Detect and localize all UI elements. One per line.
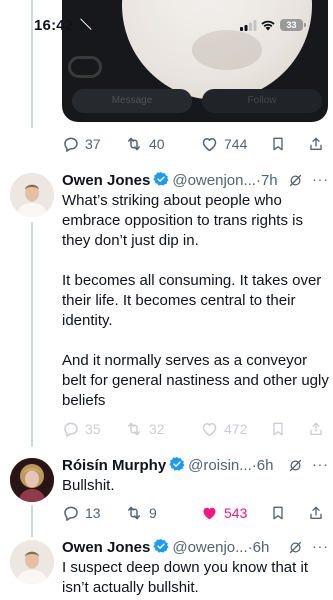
- share-icon: [310, 506, 322, 519]
- more-icon[interactable]: ···: [312, 456, 329, 472]
- heart-icon: [202, 423, 217, 437]
- reply-count: 35: [85, 421, 101, 437]
- tweet-actions: 37 40 744: [62, 133, 324, 155]
- heart-filled-icon: [203, 507, 216, 520]
- avatar[interactable]: [10, 173, 54, 217]
- reply-button[interactable]: 35: [62, 418, 101, 440]
- share-icon: [310, 422, 322, 435]
- tweet-text: Bullshit.: [62, 476, 330, 496]
- reply-button[interactable]: 37: [62, 133, 101, 155]
- reply-count: 13: [85, 505, 101, 521]
- battery-tip: [304, 23, 306, 27]
- verified-badge-icon: [153, 539, 169, 553]
- more-icon[interactable]: ···: [312, 171, 329, 187]
- card-logo: [68, 56, 102, 78]
- like-count: 543: [224, 505, 248, 521]
- like-count: 472: [224, 421, 248, 437]
- wifi-icon: [261, 20, 275, 31]
- retweet-button[interactable]: 9: [124, 502, 157, 524]
- like-button[interactable]: 543: [200, 502, 247, 524]
- bell-slash-icon: [78, 18, 92, 32]
- tweet-time[interactable]: 6h: [253, 539, 270, 556]
- verified-badge-icon: [169, 457, 185, 471]
- bookmark-button[interactable]: [270, 133, 286, 155]
- like-button[interactable]: 472: [200, 418, 247, 440]
- retweet-icon: [128, 506, 140, 520]
- tweet-header: Róisín Murphy @roisin...·6h ···: [62, 456, 330, 476]
- avatar-image: [10, 540, 54, 584]
- tweet-paragraph: And it normally serves as a conveyor bel…: [62, 352, 329, 409]
- retweet-count: 40: [149, 136, 165, 152]
- verified-badge-icon: [153, 172, 169, 186]
- share-icon: [310, 137, 322, 150]
- avatar-image: [10, 173, 54, 217]
- bookmark-button[interactable]: [270, 418, 286, 440]
- tweet-time[interactable]: 6h: [257, 457, 274, 474]
- handle[interactable]: @roisin...: [188, 457, 252, 474]
- reply-icon: [64, 422, 78, 437]
- card-message-button[interactable]: Message: [72, 89, 192, 113]
- retweet-button[interactable]: 40: [124, 133, 165, 155]
- display-name[interactable]: Owen Jones: [62, 539, 150, 556]
- share-button[interactable]: [308, 133, 324, 155]
- status-time: 16:42: [34, 17, 74, 34]
- share-button[interactable]: [308, 418, 324, 440]
- thread-line: [31, 222, 33, 447]
- retweet-icon: [128, 422, 140, 436]
- more-icon[interactable]: ···: [312, 538, 329, 554]
- avatar[interactable]: [10, 540, 54, 584]
- reply-icon: [64, 506, 78, 521]
- tweet-actions: 35 32 472: [62, 418, 324, 440]
- tweet-paragraph: I suspect deep down you know that it isn…: [62, 559, 308, 596]
- like-button[interactable]: 744: [200, 133, 247, 155]
- retweet-count: 32: [149, 421, 165, 437]
- reply-button[interactable]: 13: [62, 502, 101, 524]
- reply-icon: [64, 137, 78, 152]
- handle[interactable]: @owenjon...: [172, 172, 256, 189]
- tweet-paragraph: What’s striking about people who embrace…: [62, 192, 303, 249]
- status-bar: 16:42 33: [0, 0, 333, 48]
- tweet-header: Owen Jones @owenjo...·6h ···: [62, 538, 330, 558]
- bookmark-icon: [273, 422, 283, 436]
- card-follow-button[interactable]: Follow: [202, 89, 322, 113]
- tweet-text: What’s striking about people who embrace…: [62, 191, 330, 411]
- retweet-icon: [128, 137, 140, 151]
- tweet-header: Owen Jones @owenjon...·7h ···: [62, 171, 330, 191]
- display-name[interactable]: Owen Jones: [62, 172, 150, 189]
- grok-icon[interactable]: [288, 540, 303, 555]
- tweet-actions: 13 9 543: [62, 502, 324, 524]
- signal-icon: [240, 20, 257, 31]
- battery-icon: 33: [280, 19, 303, 31]
- share-button[interactable]: [308, 502, 324, 524]
- retweet-button[interactable]: 32: [124, 418, 165, 440]
- tweet-paragraph: Bullshit.: [62, 477, 115, 494]
- avatar[interactable]: [10, 458, 54, 502]
- bookmark-button[interactable]: [270, 502, 286, 524]
- handle[interactable]: @owenjo...: [172, 539, 247, 556]
- thread-line: [31, 505, 33, 537]
- display-name[interactable]: Róisín Murphy: [62, 457, 166, 474]
- retweet-count: 9: [149, 505, 157, 521]
- heart-icon: [202, 138, 217, 152]
- grok-icon[interactable]: [288, 458, 303, 473]
- grok-icon[interactable]: [288, 173, 303, 188]
- avatar-image: [10, 458, 54, 502]
- bookmark-icon: [273, 137, 283, 151]
- tweet-text: I suspect deep down you know that it isn…: [62, 558, 330, 598]
- tweet-paragraph: It becomes all consuming. It takes over …: [62, 272, 322, 329]
- tweet-time[interactable]: 7h: [261, 172, 278, 189]
- bookmark-icon: [273, 506, 283, 520]
- reply-count: 37: [85, 136, 101, 152]
- like-count: 744: [224, 136, 248, 152]
